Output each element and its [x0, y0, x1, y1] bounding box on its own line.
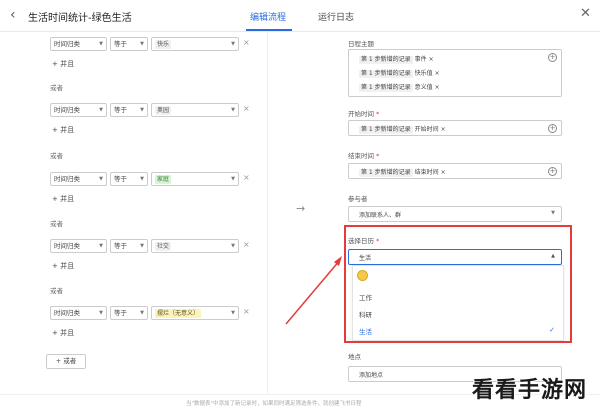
- or-label: 或者: [50, 84, 63, 92]
- condition-row: 时间归类 ▼ 等于 ▼ 快乐 ▼ ×: [50, 37, 250, 51]
- operator-select[interactable]: 等于 ▼: [110, 239, 148, 253]
- chevron-down-icon: ▼: [140, 107, 144, 113]
- subject-input[interactable]: 第 1 步新增的记录 事件 × 第 1 步新增的记录 快乐值 × 第 1 步新增的记…: [348, 49, 562, 97]
- value-tag: 奥园: [155, 106, 172, 115]
- highlight-box: [344, 225, 572, 343]
- top-bar: ‹ 生活时间统计-绿色生活 编辑流程 运行日志 ✕: [0, 0, 600, 32]
- value-select[interactable]: 摆烂（无意义） ▼: [151, 306, 239, 320]
- page-title: 生活时间统计-绿色生活: [28, 13, 132, 24]
- condition-row: 时间归类 ▼ 等于 ▼ 摆烂（无意义） ▼ ×: [50, 306, 250, 320]
- chevron-down-icon: ▼: [231, 310, 235, 316]
- step-chip: 第 1 步新增的记录: [359, 70, 413, 78]
- chevron-down-icon: ▼: [99, 310, 103, 316]
- remove-condition-icon[interactable]: ×: [243, 307, 250, 316]
- field-select[interactable]: 时间归类 ▼: [50, 172, 107, 186]
- step-chip: 第 1 步新增的记录: [359, 126, 413, 134]
- operator-select[interactable]: 等于 ▼: [110, 306, 148, 320]
- add-and-condition-button[interactable]: + 并且: [52, 261, 74, 271]
- value-select[interactable]: 奥园 ▼: [151, 103, 239, 117]
- value-tag: 快乐: [155, 40, 172, 49]
- chevron-down-icon: ▼: [551, 210, 555, 216]
- field-chip: 结束时间: [414, 169, 439, 176]
- operator-select[interactable]: 等于 ▼: [110, 37, 148, 51]
- step-chip: 第 1 步新增的记录: [359, 56, 413, 64]
- subject-label: 日程主题: [348, 40, 374, 48]
- step-chip: 第 1 步新增的记录: [359, 84, 413, 92]
- operator-select[interactable]: 等于 ▼: [110, 103, 148, 117]
- chevron-down-icon: ▼: [140, 243, 144, 249]
- value-tag: 社交: [155, 242, 172, 251]
- condition-row: 时间归类 ▼ 等于 ▼ 奥园 ▼ ×: [50, 103, 250, 117]
- chevron-down-icon: ▼: [99, 243, 103, 249]
- condition-row: 时间归类 ▼ 等于 ▼ 家庭 ▼ ×: [50, 172, 250, 186]
- value-tag: 摆烂（无意义）: [155, 309, 202, 318]
- step-chip: 第 1 步新增的记录: [359, 169, 413, 177]
- chevron-down-icon: ▼: [140, 310, 144, 316]
- field-select[interactable]: 时间归类 ▼: [50, 103, 107, 117]
- field-chip: 快乐值: [414, 70, 433, 77]
- participants-input[interactable]: 添加联系人、群 ▼: [348, 206, 562, 222]
- start-time-input[interactable]: 第 1 步新增的记录 开始时间 × +: [348, 120, 562, 136]
- remove-condition-icon[interactable]: ×: [243, 104, 250, 113]
- add-field-icon[interactable]: +: [548, 124, 557, 133]
- chevron-down-icon: ▼: [231, 41, 235, 47]
- footer-hint: 当"数据表"中添加了新记录时，如果同时满足筛选条件，就创建飞书日程: [186, 401, 362, 407]
- chevron-down-icon: ▼: [231, 243, 235, 249]
- remove-condition-icon[interactable]: ×: [243, 240, 250, 249]
- or-label: 或者: [50, 287, 63, 295]
- add-and-condition-button[interactable]: + 并且: [52, 194, 74, 204]
- arrow-right-icon: →: [296, 202, 306, 215]
- add-and-condition-button[interactable]: + 并且: [52, 59, 74, 69]
- participants-label: 参与者: [348, 195, 368, 203]
- end-time-input[interactable]: 第 1 步新增的记录 结束时间 × +: [348, 163, 562, 179]
- or-label: 或者: [50, 152, 63, 160]
- add-field-icon[interactable]: +: [548, 167, 557, 176]
- field-select[interactable]: 时间归类 ▼: [50, 37, 107, 51]
- start-time-label: 开始时间 *: [348, 110, 380, 118]
- chevron-down-icon: ▼: [231, 176, 235, 182]
- back-arrow-icon[interactable]: ‹: [10, 7, 16, 23]
- chevron-down-icon: ▼: [99, 41, 103, 47]
- active-tab-indicator: [246, 29, 292, 31]
- chevron-down-icon: ▼: [231, 107, 235, 113]
- add-and-condition-button[interactable]: + 并且: [52, 328, 74, 338]
- value-select[interactable]: 社交 ▼: [151, 239, 239, 253]
- field-select[interactable]: 时间归类 ▼: [50, 306, 107, 320]
- location-label: 地点: [348, 353, 361, 361]
- add-and-condition-button[interactable]: + 并且: [52, 125, 74, 135]
- chevron-down-icon: ▼: [140, 41, 144, 47]
- chevron-down-icon: ▼: [99, 107, 103, 113]
- remove-condition-icon[interactable]: ×: [243, 173, 250, 182]
- field-select[interactable]: 时间归类 ▼: [50, 239, 107, 253]
- chevron-down-icon: ▼: [140, 176, 144, 182]
- add-or-group-button[interactable]: + 或者: [46, 354, 86, 369]
- field-chip: 意义值: [414, 84, 433, 91]
- add-field-icon[interactable]: +: [548, 53, 557, 62]
- panel-divider: [267, 32, 268, 394]
- tab-run-log[interactable]: 运行日志: [318, 10, 354, 23]
- or-label: 或者: [50, 220, 63, 228]
- chevron-down-icon: ▼: [99, 176, 103, 182]
- end-time-label: 结束时间 *: [348, 152, 380, 160]
- value-select[interactable]: 家庭 ▼: [151, 172, 239, 186]
- field-chip: 事件: [414, 56, 427, 63]
- value-select[interactable]: 快乐 ▼: [151, 37, 239, 51]
- operator-select[interactable]: 等于 ▼: [110, 172, 148, 186]
- watermark: 看看手游网: [472, 378, 588, 403]
- value-tag: 家庭: [155, 175, 172, 184]
- tab-edit-flow[interactable]: 编辑流程: [250, 10, 286, 23]
- remove-condition-icon[interactable]: ×: [243, 38, 250, 47]
- field-chip: 开始时间: [414, 126, 439, 133]
- close-icon[interactable]: ✕: [580, 6, 591, 21]
- condition-row: 时间归类 ▼ 等于 ▼ 社交 ▼ ×: [50, 239, 250, 253]
- condition-panel: 时间归类 ▼ 等于 ▼ 快乐 ▼ × + 并且 或者 时间归类 ▼ 等于 ▼ 奥园 ▼ × …: [0, 32, 268, 392]
